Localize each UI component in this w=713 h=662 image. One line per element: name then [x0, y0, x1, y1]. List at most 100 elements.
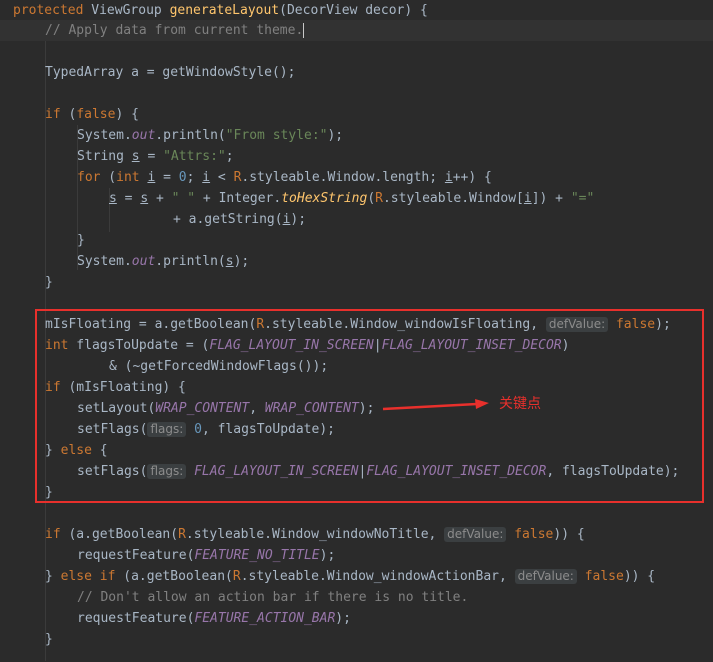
code-line: } else {	[45, 440, 108, 461]
parameter-hint: flags:	[147, 464, 187, 479]
number-literal: 0	[178, 170, 187, 185]
code-line: setLayout(WRAP_CONTENT, WRAP_CONTENT);	[77, 398, 374, 419]
parameter-hint: flags:	[147, 422, 187, 437]
code-line: String s = "Attrs:";	[77, 146, 234, 167]
keyword: false	[615, 317, 656, 332]
static-field: out	[131, 128, 156, 143]
code-line: setFlags(flags: 0, flagsToUpdate);	[77, 419, 335, 440]
code-text: ]) +	[531, 191, 571, 206]
code-line: for (int i = 0; i < R.styleable.Window.l…	[77, 170, 492, 185]
brace: }	[77, 233, 85, 248]
keyword: else if	[60, 569, 116, 584]
code-text: );	[327, 128, 344, 143]
class-ref: R	[232, 569, 241, 584]
code-text: .println(	[155, 128, 226, 143]
code-text: mIsFloating = a.getBoolean(	[45, 317, 257, 332]
code-text: )) {	[623, 569, 656, 584]
code-text: =	[139, 149, 164, 164]
code-text: & (~getForcedWindowFlags());	[109, 359, 329, 374]
code-text: .styleable.Window_windowActionBar,	[240, 569, 515, 584]
keyword: if	[45, 527, 61, 542]
code-line: if (false) {	[45, 107, 139, 122]
code-text: );	[319, 548, 336, 563]
code-text: .styleable.Window[	[382, 191, 524, 206]
constant: FEATURE_ACTION_BAR	[194, 611, 336, 626]
code-line: TypedArray a = getWindowStyle();	[45, 62, 295, 83]
brace: }	[45, 275, 53, 290]
constant: FLAG_LAYOUT_IN_SCREEN	[209, 338, 374, 353]
code-line: if (mIsFloating) {	[45, 377, 186, 398]
code-text: flagsToUpdate = (	[68, 338, 210, 353]
code-line: if (a.getBoolean(R.styleable.Window_wind…	[45, 524, 585, 545]
code-line: requestFeature(FEATURE_NO_TITLE);	[77, 545, 335, 566]
code-line: }	[45, 482, 53, 503]
code-text: setLayout(	[77, 401, 156, 416]
string-literal: "="	[570, 191, 595, 206]
arrow-icon	[382, 399, 489, 411]
code-text: Integer.	[218, 191, 282, 206]
code-text: System.	[77, 128, 132, 143]
variable: i	[202, 170, 211, 185]
comment: // Don't allow an action bar if there is…	[77, 590, 469, 605]
code-text: }	[45, 443, 61, 458]
text-cursor	[303, 23, 305, 38]
keyword: else	[60, 443, 92, 458]
code-text: (a.getBoolean(	[60, 527, 179, 542]
number-literal: 0	[194, 422, 202, 437]
code-line: + a.getString(i);	[173, 209, 306, 230]
constant: FEATURE_NO_TITLE	[194, 548, 320, 563]
code-text: .styleable.Window_windowNoTitle,	[185, 527, 445, 542]
static-field: out	[131, 254, 156, 269]
code-line: System.out.println(s);	[77, 251, 249, 272]
keyword: if	[45, 380, 61, 395]
code-text: System.	[77, 254, 132, 269]
code-line: protected ViewGroup generateLayout(Decor…	[13, 0, 428, 21]
constant: FLAG_LAYOUT_INSET_DECOR	[366, 464, 547, 479]
keyword: false	[584, 569, 624, 584]
code-line: }	[77, 230, 85, 251]
variable: s	[109, 191, 117, 206]
constant: WRAP_CONTENT	[264, 401, 359, 416]
code-line: int flagsToUpdate = (FLAG_LAYOUT_IN_SCRE…	[45, 335, 569, 356]
code-text: .styleable.Window_windowIsFloating,	[264, 317, 546, 332]
comment: // Apply data from current theme.	[45, 23, 304, 38]
class-ref: R	[375, 191, 383, 206]
code-line: // Apply data from current theme.	[45, 20, 305, 41]
code-text: )	[561, 338, 570, 353]
variable: i	[444, 170, 453, 185]
keyword: false	[76, 107, 116, 122]
variable: i	[147, 170, 156, 185]
code-text: );	[290, 212, 307, 227]
constant: WRAP_CONTENT	[155, 401, 250, 416]
operator: |	[373, 338, 382, 353]
type-name: ViewGroup	[91, 3, 162, 18]
code-text: .println(	[155, 254, 226, 269]
string-literal: " "	[171, 191, 196, 206]
code-text: setFlags(	[77, 422, 148, 437]
code-text: );	[358, 401, 375, 416]
parameter-hint: defValue:	[514, 569, 577, 584]
class-ref: R	[256, 317, 265, 332]
string-literal: "Attrs:"	[163, 149, 226, 164]
keyword: false	[514, 527, 554, 542]
code-text: , flagsToUpdate);	[201, 422, 335, 437]
parameter-hint: defValue:	[545, 317, 609, 332]
variable: s	[140, 191, 149, 206]
code-text: ,	[249, 401, 265, 416]
class-ref: R	[178, 527, 186, 542]
keyword: int	[116, 170, 140, 185]
code-text: )) {	[553, 527, 585, 542]
code-line: }	[45, 629, 53, 650]
code-editor[interactable]: protected ViewGroup generateLayout(Decor…	[0, 0, 713, 662]
variable: i	[523, 191, 532, 206]
constant: FLAG_LAYOUT_INSET_DECOR	[381, 338, 562, 353]
code-line: s = s + " " + Integer.toHexString(R.styl…	[109, 191, 595, 206]
keyword: int	[45, 338, 69, 353]
code-line: // Don't allow an action bar if there is…	[77, 587, 468, 608]
code-text: setFlags(	[77, 464, 148, 479]
code-line: } else if (a.getBoolean(R.styleable.Wind…	[45, 566, 655, 587]
parameter-hint: defValue:	[444, 527, 507, 542]
keyword: for	[77, 170, 101, 185]
annotation-label: 关键点	[499, 396, 541, 412]
string-literal: "From style:"	[225, 128, 328, 143]
